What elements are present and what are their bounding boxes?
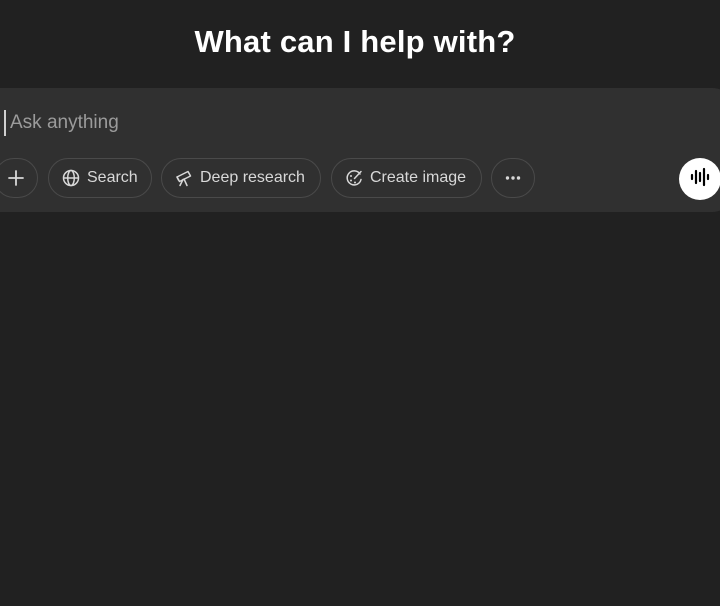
deep-research-button[interactable]: Deep research [161,158,321,198]
page-title: What can I help with? [194,24,516,59]
more-icon [503,168,523,188]
create-image-label: Create image [370,169,467,186]
telescope-icon [174,168,194,188]
attach-button[interactable] [0,158,38,198]
chat-home: What can I help with? S [0,0,720,606]
search-button[interactable]: Search [48,158,152,198]
deep-research-label: Deep research [200,169,305,186]
palette-icon [344,168,364,188]
prompt-input[interactable] [4,110,610,136]
more-tools-button[interactable] [491,158,535,198]
plus-icon [6,168,26,188]
create-image-button[interactable]: Create image [331,158,482,198]
search-label: Search [87,169,138,186]
voice-waveform-icon [689,166,711,193]
prompt-composer: Search Deep research [0,88,720,212]
globe-icon [61,168,81,188]
voice-mode-button[interactable] [679,158,720,200]
composer-toolbar: Search Deep research Create image [0,158,720,200]
